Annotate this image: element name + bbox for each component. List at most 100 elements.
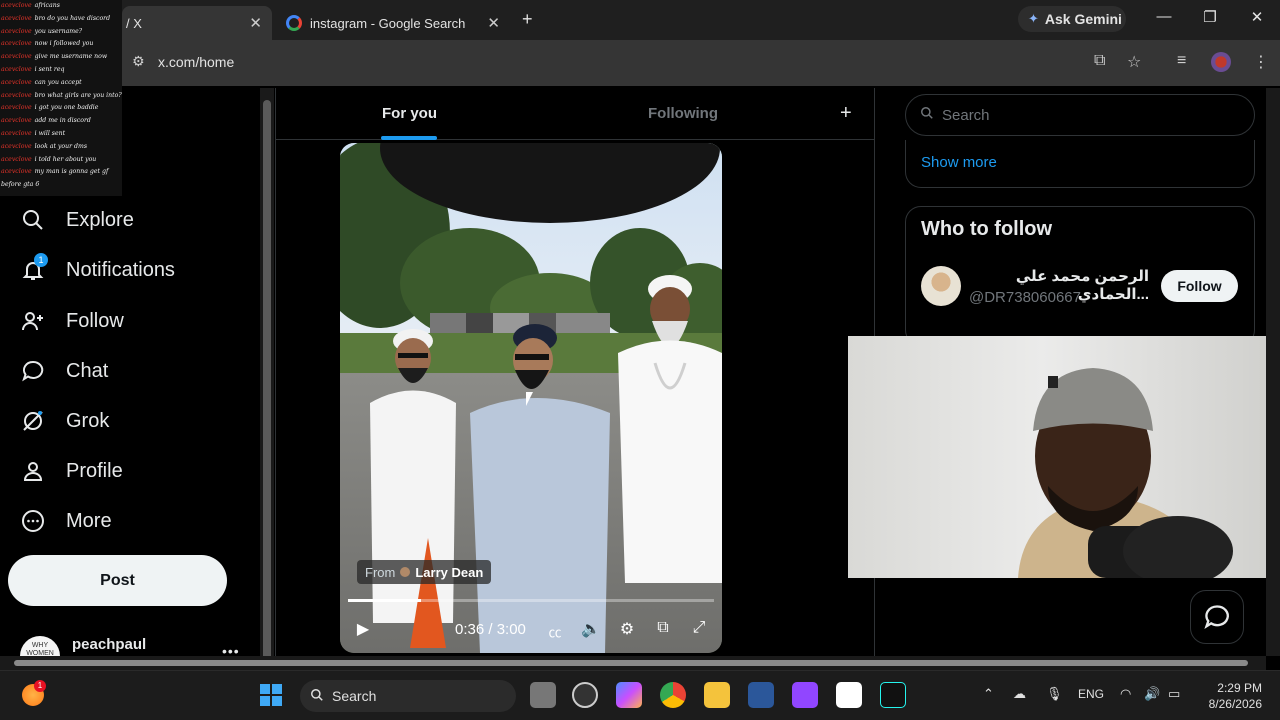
- taskbar-search-label: Search: [332, 688, 377, 704]
- fullscreen-icon[interactable]: ⤢: [688, 619, 710, 637]
- tab-x-home[interactable]: / X ✕: [122, 6, 272, 40]
- chat-line: acevclove you username?: [1, 26, 122, 39]
- chat-line: acevclove bro what girls are you into?: [1, 90, 122, 103]
- capcut-icon[interactable]: [836, 682, 862, 708]
- video-progress-bar[interactable]: [348, 599, 714, 602]
- chat-message: bro do you have discord: [34, 14, 111, 22]
- chat-username: acevclove: [1, 40, 32, 48]
- horizontal-scrollbar[interactable]: [0, 656, 1266, 670]
- source-avatar-icon: [400, 567, 411, 577]
- sidebar-item-label: Profile: [66, 459, 123, 482]
- google-g-icon: [286, 15, 302, 31]
- twitch-icon[interactable]: [792, 682, 818, 708]
- chat-line: acevclove my man is gonna get gf before g…: [1, 166, 122, 192]
- chat-line: acevclove africans: [1, 0, 122, 13]
- close-tab-icon[interactable]: ✕: [487, 14, 500, 32]
- video-source-pill[interactable]: From Larry Dean: [357, 560, 492, 584]
- chrome-icon[interactable]: [660, 682, 686, 708]
- chat-bubble-icon: [1204, 605, 1229, 630]
- sidebar-item-more[interactable]: More: [20, 504, 112, 538]
- messages-button[interactable]: [1190, 590, 1244, 644]
- tab-for-you[interactable]: For you: [382, 105, 437, 122]
- minimize-icon[interactable]: —: [1152, 8, 1176, 25]
- sidebar-item-label: More: [66, 509, 112, 532]
- microsoft-store-icon[interactable]: [748, 682, 774, 708]
- add-feed-icon[interactable]: +: [840, 102, 852, 125]
- copilot-icon[interactable]: [616, 682, 642, 708]
- post-button[interactable]: Post: [8, 555, 227, 606]
- chat-username: acevclove: [1, 14, 32, 22]
- from-label: From: [365, 564, 396, 580]
- ask-gemini-button[interactable]: ✦ Ask Gemini: [1018, 6, 1126, 32]
- chat-message: africans: [34, 2, 60, 9]
- play-icon[interactable]: ▶: [352, 619, 374, 639]
- url-field[interactable]: x.com/home: [158, 54, 234, 70]
- search-icon: [20, 207, 46, 233]
- chat-line: acevclove can you accept: [1, 77, 122, 90]
- new-tab-button[interactable]: +: [522, 9, 533, 30]
- onedrive-icon[interactable]: ☁: [1013, 686, 1026, 702]
- sidebar-item-profile[interactable]: Profile: [20, 454, 123, 488]
- sidebar-item-label: Explore: [66, 208, 134, 231]
- install-app-icon[interactable]: ⧉: [1094, 52, 1105, 70]
- captions-icon[interactable]: ㏄: [544, 622, 566, 641]
- media-control-icon[interactable]: ≡: [1177, 52, 1186, 70]
- taskbar-search[interactable]: Search: [300, 680, 516, 712]
- language-indicator[interactable]: ENG: [1078, 687, 1104, 701]
- battery-icon[interactable]: ▭: [1168, 686, 1180, 702]
- suggestion-avatar[interactable]: [921, 266, 961, 306]
- picture-in-picture-icon[interactable]: ⧉: [652, 619, 674, 637]
- chat-message: give me username now: [34, 53, 108, 61]
- close-tab-icon[interactable]: ✕: [249, 14, 262, 32]
- file-explorer-icon[interactable]: [704, 682, 730, 708]
- tray-overflow-icon[interactable]: ⌃: [983, 686, 994, 702]
- task-view-icon[interactable]: [530, 682, 556, 708]
- from-name: Larry Dean: [415, 564, 484, 580]
- sidebar-item-explore[interactable]: Explore: [20, 203, 134, 237]
- sidebar-item-chat[interactable]: Chat: [20, 354, 108, 388]
- mouse-cursor-icon: [526, 392, 533, 406]
- chat-line: acevclove i will sent: [1, 128, 122, 141]
- person-icon: [20, 458, 46, 484]
- wifi-icon[interactable]: ◠: [1120, 686, 1131, 702]
- account-name[interactable]: peachpaul: [72, 636, 146, 653]
- obs-icon[interactable]: [572, 682, 598, 708]
- follow-button[interactable]: Follow: [1161, 270, 1238, 302]
- bookmark-star-icon[interactable]: ☆: [1127, 52, 1141, 72]
- windows-start-icon[interactable]: [260, 684, 282, 706]
- show-more-link[interactable]: Show more: [921, 154, 997, 171]
- page-scrollbar[interactable]: [1266, 88, 1280, 656]
- site-info-icon[interactable]: ⚙: [132, 53, 145, 70]
- close-window-icon[interactable]: ✕: [1245, 8, 1269, 26]
- restore-icon[interactable]: ❐: [1198, 8, 1222, 26]
- grok-icon: [20, 408, 46, 434]
- person-add-icon: [20, 308, 46, 334]
- gemini-label: Ask Gemini: [1044, 11, 1122, 27]
- browser-menu-icon[interactable]: ⋮: [1253, 52, 1269, 72]
- sidebar-item-grok[interactable]: Grok: [20, 404, 109, 438]
- sidebar-item-label: Chat: [66, 359, 109, 382]
- chat-username: acevclove: [1, 78, 32, 86]
- sidebar-scrollbar[interactable]: [260, 88, 274, 690]
- who-to-follow-title: Who to follow: [921, 218, 1053, 240]
- settings-gear-icon[interactable]: ⚙: [616, 619, 638, 639]
- streamer-figure: [1018, 368, 1233, 578]
- chat-message: look at your dms: [34, 142, 88, 150]
- tab-instagram-search[interactable]: instagram - Google Search ✕: [276, 6, 510, 40]
- chat-username: acevclove: [1, 91, 32, 99]
- traffic-cone: [410, 538, 446, 648]
- volume-icon[interactable]: 🔈: [580, 619, 602, 639]
- video-time: 0:36 / 3:00: [455, 621, 526, 638]
- tiktok-icon[interactable]: [880, 682, 906, 708]
- speaker-icon[interactable]: 🔊: [1144, 686, 1160, 702]
- clock-time: 2:29 PM: [1217, 681, 1262, 695]
- search-input[interactable]: Search: [905, 94, 1255, 136]
- microphone-icon[interactable]: 🎙: [1046, 686, 1063, 702]
- chat-bubble-icon: [20, 358, 46, 384]
- chat-message: i got you one baddie: [34, 104, 99, 112]
- clock[interactable]: 2:29 PM 8/26/2026: [1200, 680, 1262, 712]
- sidebar-item-follow[interactable]: Follow: [20, 304, 124, 338]
- tab-following[interactable]: Following: [648, 105, 718, 122]
- chat-username: acevclove: [1, 27, 32, 35]
- profile-avatar[interactable]: [1211, 52, 1231, 72]
